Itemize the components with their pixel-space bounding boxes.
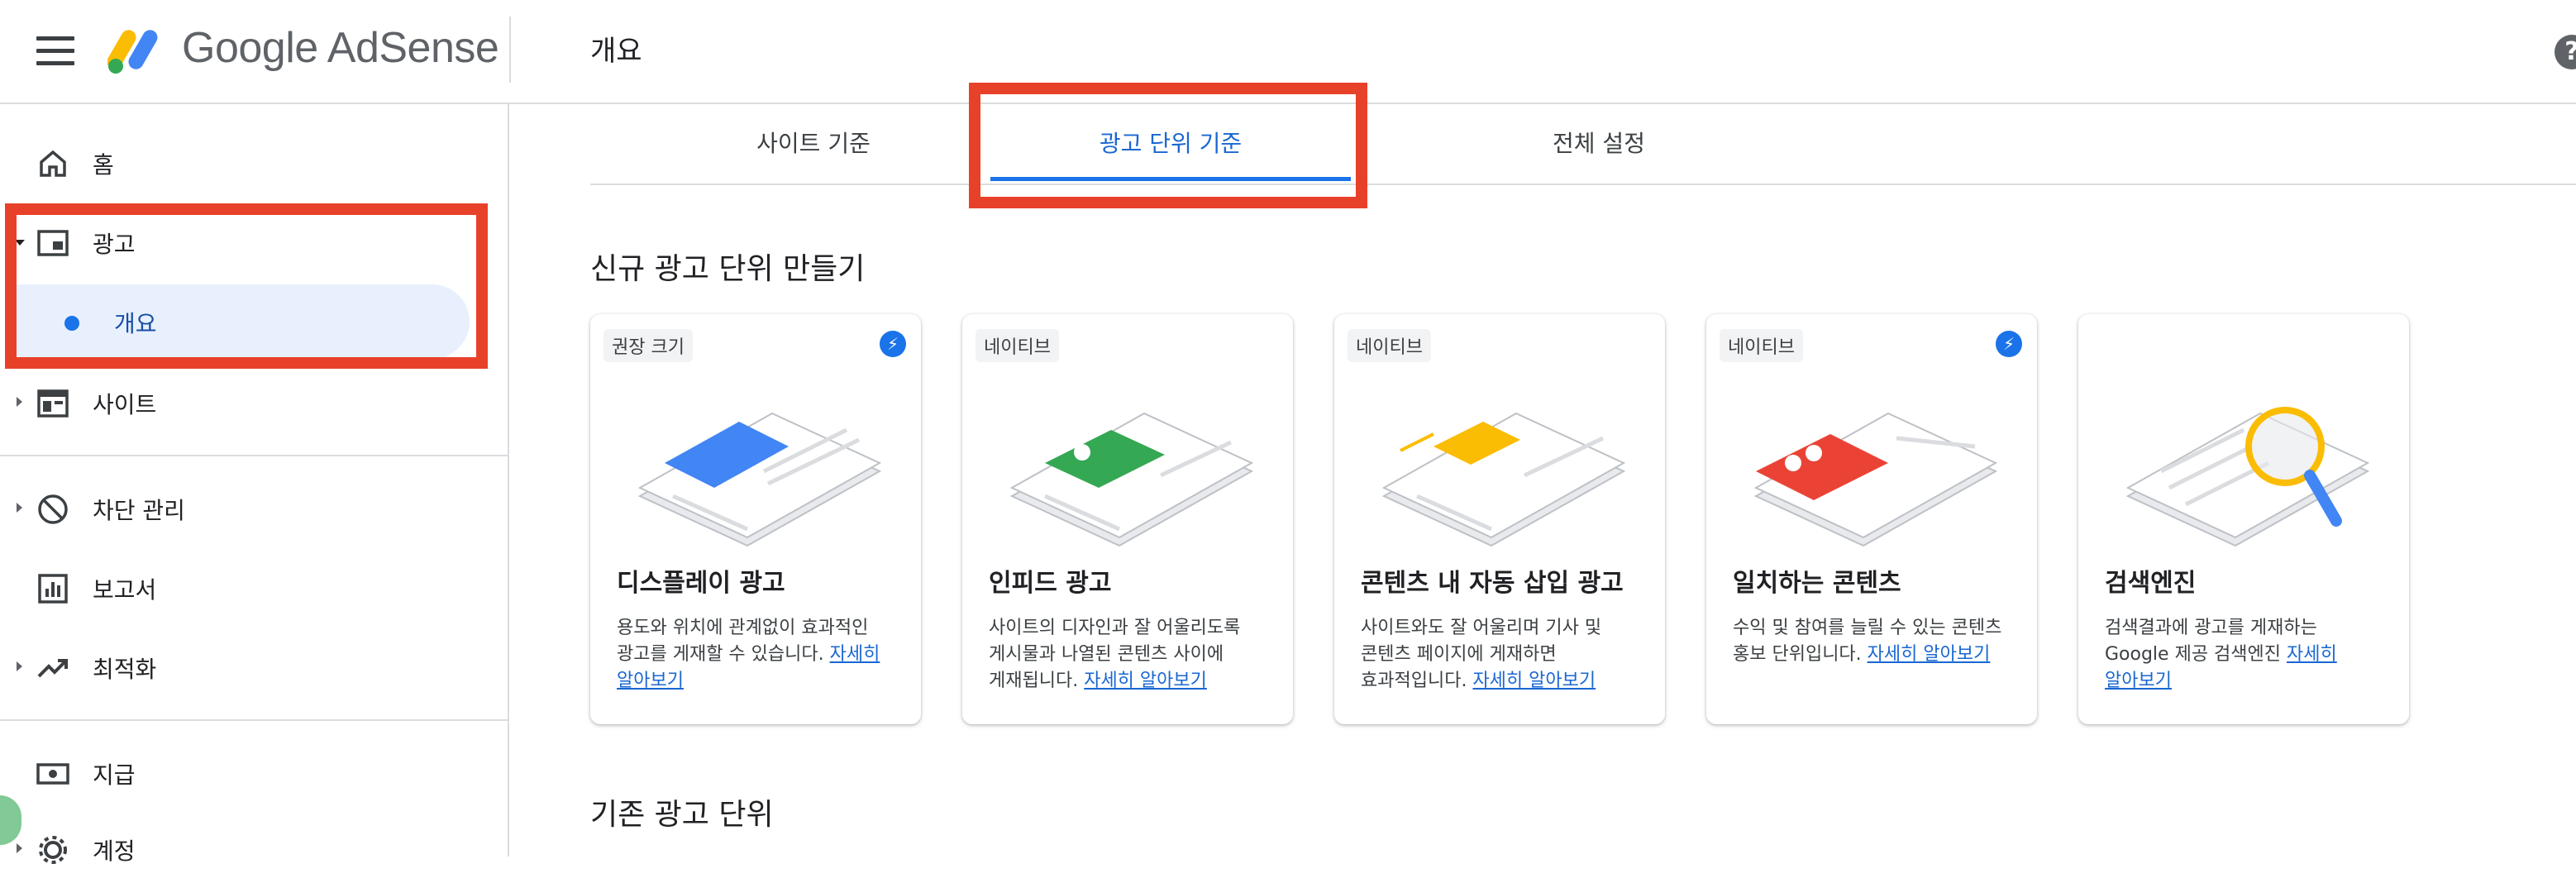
sidebar-divider [0, 455, 508, 456]
ads-icon [37, 230, 69, 256]
sidebar-item-sites[interactable]: 사이트 [0, 370, 479, 437]
selected-dot-icon [64, 316, 79, 331]
sidebar-item-label: 광고 [93, 231, 136, 258]
sidebar-item-blocking[interactable]: 차단 관리 [0, 476, 479, 542]
tab-bar: 사이트 기준 광고 단위 기준 전체 설정 [590, 104, 2576, 185]
help-icon[interactable]: ? [2555, 35, 2576, 69]
section-title: 신규 광고 단위 만들기 [590, 252, 866, 286]
learn-more-link[interactable]: 자세히 알아보기 [1868, 644, 1991, 665]
learn-more-link[interactable]: 자세히 알아보기 [1084, 671, 1207, 691]
card-badge: 네이티브 [1720, 329, 1803, 362]
hamburger-menu-icon[interactable] [36, 36, 74, 66]
block-icon [38, 494, 68, 524]
card-description: 수익 및 참여를 늘릴 수 있는 콘텐츠 홍보 단위입니다. 자세히 알아보기 [1733, 618, 2002, 665]
card-title: 일치하는 콘텐츠 [1733, 569, 1901, 598]
sidebar-item-optimization[interactable]: 최적화 [0, 635, 479, 701]
ad-card-search-engine[interactable]: 검색엔진 검색결과에 광고를 게재하는 Google 제공 검색엔진 자세히 알… [2078, 314, 2409, 724]
sidebar-item-payments[interactable]: 지급 [0, 741, 479, 807]
existing-ad-units-title: 기존 광고 단위 [590, 798, 774, 832]
sidebar-item-label: 지급 [93, 761, 136, 789]
sidebar-item-label: 사이트 [93, 391, 157, 418]
sidebar-item-reports[interactable]: 보고서 [0, 556, 479, 622]
sidebar: 홈 광고 개요 사이트 차단 관리 보고서 최적화 지급 계정 [0, 104, 509, 865]
card-title: 디스플레이 광고 [617, 569, 785, 598]
sidebar-divider [0, 719, 508, 721]
home-icon [40, 150, 66, 177]
card-description: 검색결과에 광고를 게재하는 Google 제공 검색엔진 자세히 알아보기 [2105, 618, 2337, 691]
sidebar-item-ads[interactable]: 광고 [0, 210, 479, 276]
page-title: 개요 [590, 35, 642, 68]
tab-global-settings[interactable]: 전체 설정 [1417, 104, 1781, 184]
sidebar-item-label: 최적화 [93, 656, 157, 683]
card-description: 사이트와도 잘 어울리며 기사 및 콘텐츠 페이지에 게재하면 효과적입니다. … [1361, 618, 1602, 691]
ad-card-in-feed[interactable]: 네이티브 인피드 광고 사이트의 디자인과 잘 어울리도록 게시물과 나열된 콘… [962, 314, 1293, 724]
gear-icon [39, 836, 67, 864]
sidebar-item-overview[interactable]: 개요 [17, 284, 470, 359]
expand-caret-icon[interactable] [17, 661, 22, 671]
expand-caret-icon[interactable] [15, 240, 25, 246]
expand-caret-icon[interactable] [17, 503, 22, 513]
card-description: 용도와 위치에 관계없이 효과적인 광고를 게재할 수 있습니다. 자세히 알아… [617, 618, 880, 691]
active-tab-indicator [990, 177, 1351, 181]
optimization-icon [37, 659, 68, 678]
learn-more-link[interactable]: 자세히 알아보기 [1472, 671, 1596, 691]
sidebar-item-label: 홈 [93, 151, 114, 179]
card-title: 인피드 광고 [989, 569, 1112, 598]
sidebar-item-label: 개요 [114, 310, 157, 337]
ad-card-display[interactable]: 권장 크기 ⚡ 디스플레이 광고 용도와 위치에 관계없이 효과적인 광고를 게… [590, 314, 921, 724]
bolt-icon: ⚡ [880, 331, 906, 357]
adsense-logo-icon [107, 30, 158, 74]
bolt-icon: ⚡ [1996, 331, 2022, 357]
matched-content-illustration-icon [1753, 412, 1998, 547]
tab-by-ad-unit[interactable]: 광고 단위 기준 [990, 104, 1351, 184]
tab-by-site[interactable]: 사이트 기준 [590, 104, 1037, 184]
payments-icon [36, 763, 69, 785]
card-title: 콘텐츠 내 자동 삽입 광고 [1361, 569, 1624, 598]
in-feed-ad-illustration-icon [1009, 412, 1254, 547]
sites-icon [37, 389, 69, 418]
card-badge: 네이티브 [1348, 329, 1431, 362]
expand-caret-icon[interactable] [17, 843, 22, 853]
ad-card-in-article[interactable]: 네이티브 콘텐츠 내 자동 삽입 광고 사이트와도 잘 어울리며 기사 및 콘텐… [1334, 314, 1665, 724]
top-app-bar: Google AdSense 개요 ? [0, 0, 2576, 104]
expand-caret-icon[interactable] [17, 397, 22, 407]
sidebar-item-label: 차단 관리 [93, 497, 185, 524]
in-article-ad-illustration-icon [1381, 412, 1626, 547]
sidebar-item-label: 보고서 [93, 576, 157, 604]
reports-icon [38, 574, 68, 604]
header-divider [509, 17, 511, 83]
card-title: 검색엔진 [2105, 569, 2197, 598]
sidebar-item-home[interactable]: 홈 [0, 131, 479, 197]
card-description: 사이트의 디자인과 잘 어울리도록 게시물과 나열된 콘텐츠 사이에 게재됩니다… [989, 618, 1241, 691]
display-ad-illustration-icon [637, 412, 882, 547]
card-badge: 권장 크기 [603, 329, 693, 362]
brand-name: Google AdSense [182, 24, 499, 72]
sidebar-item-account[interactable]: 계정 [0, 817, 479, 883]
ad-card-matched-content[interactable]: 네이티브 ⚡ 일치하는 콘텐츠 수익 및 참여를 늘릴 수 있는 콘텐츠 홍보 … [1706, 314, 2037, 724]
search-engine-illustration-icon [2125, 407, 2370, 547]
sidebar-item-label: 계정 [93, 838, 136, 865]
card-badge: 네이티브 [976, 329, 1059, 362]
